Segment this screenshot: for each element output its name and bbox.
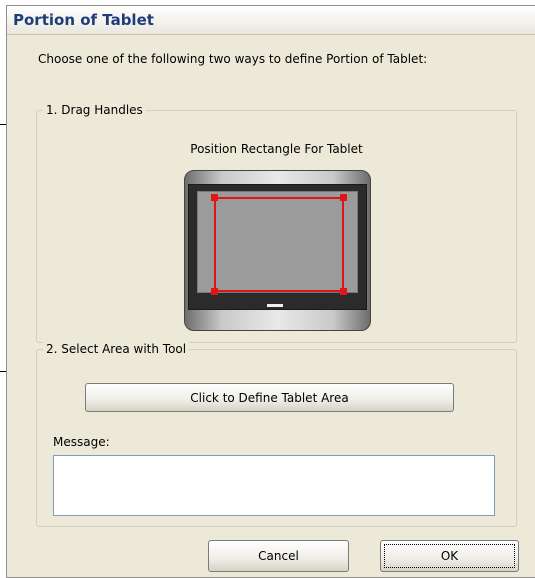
define-tablet-area-button[interactable]: Click to Define Tablet Area <box>85 383 454 412</box>
position-rectangle-caption: Position Rectangle For Tablet <box>190 142 363 156</box>
drag-handles-group: 1. Drag Handles Position Rectangle For T… <box>36 103 517 343</box>
ok-button[interactable]: OK <box>380 540 519 572</box>
handle-bottom-right[interactable] <box>340 288 347 295</box>
handle-top-left[interactable] <box>211 194 218 201</box>
tablet-status-light <box>267 304 283 307</box>
message-label: Message: <box>53 435 110 449</box>
instructions-text: Choose one of the following two ways to … <box>38 52 428 66</box>
portion-of-tablet-dialog: Portion of Tablet Choose one of the foll… <box>6 5 535 578</box>
handle-top-right[interactable] <box>340 194 347 201</box>
selection-rectangle[interactable] <box>211 194 347 295</box>
title-bar: Portion of Tablet <box>7 6 535 35</box>
cancel-button-label: Cancel <box>258 549 299 563</box>
tablet-graphic <box>184 170 371 331</box>
handle-bottom-left[interactable] <box>211 288 218 295</box>
dialog-title: Portion of Tablet <box>13 11 154 29</box>
focus-rectangle <box>384 544 515 568</box>
drag-handles-legend: 1. Drag Handles <box>43 103 146 117</box>
cancel-button[interactable]: Cancel <box>208 540 349 572</box>
select-area-legend: 2. Select Area with Tool <box>43 342 190 356</box>
message-box[interactable] <box>53 455 495 516</box>
